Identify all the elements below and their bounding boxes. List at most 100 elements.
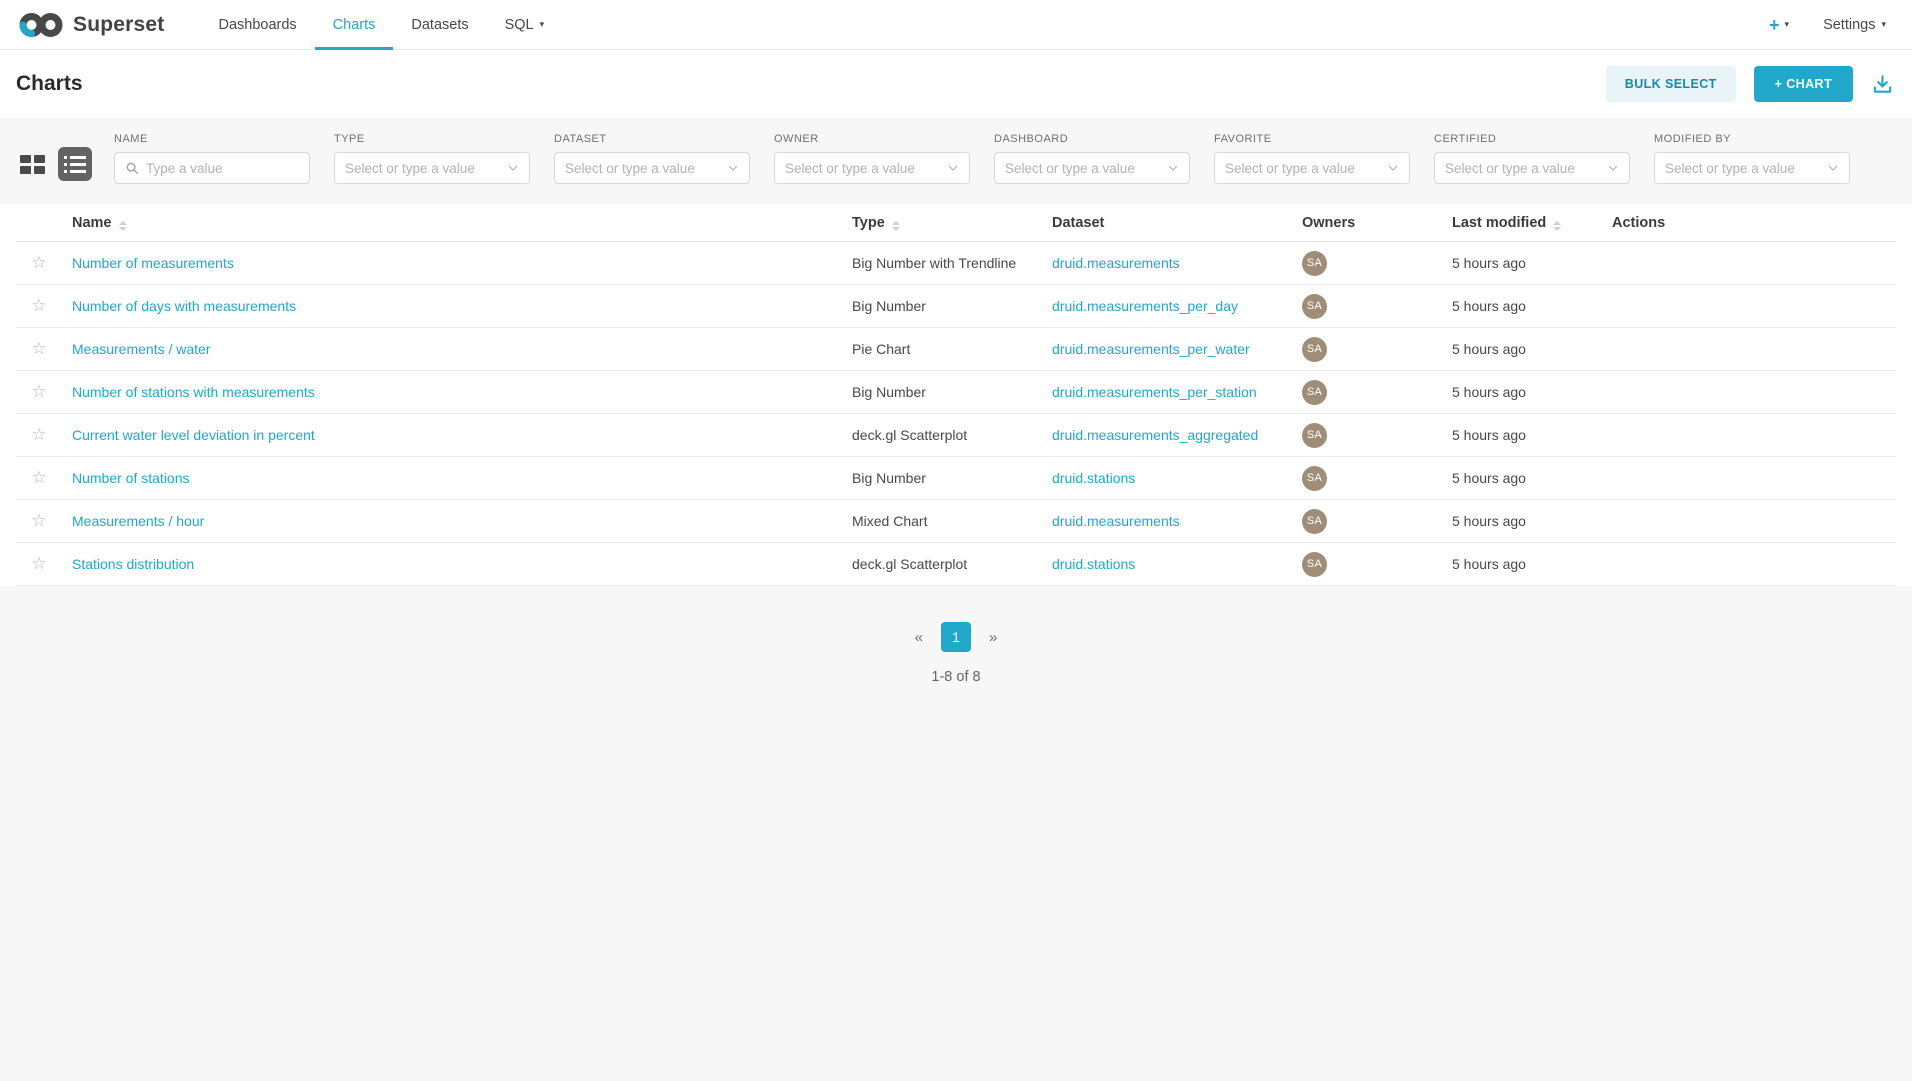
last-modified: 5 hours ago <box>1452 427 1612 443</box>
chart-type: Mixed Chart <box>852 513 1052 529</box>
table-row: ☆ Number of stations Big Number druid.st… <box>16 457 1896 500</box>
owner-avatar[interactable]: SA <box>1302 294 1327 319</box>
dataset-link[interactable]: druid.measurements <box>1052 255 1180 271</box>
chart-name-link[interactable]: Number of days with measurements <box>72 298 296 314</box>
sort-icon[interactable] <box>1553 221 1561 231</box>
favorite-star-icon[interactable]: ☆ <box>31 382 46 401</box>
owner-avatar[interactable]: SA <box>1302 337 1327 362</box>
chart-type: Big Number <box>852 298 1052 314</box>
nav-item-datasets[interactable]: Datasets <box>393 0 486 49</box>
new-item-menu[interactable]: + ▾ <box>1769 16 1789 34</box>
list-view-toggle[interactable] <box>58 147 92 181</box>
filter-type[interactable]: Select or type a value <box>334 152 530 184</box>
owner-avatar[interactable]: SA <box>1302 380 1327 405</box>
nav-item-dashboards[interactable]: Dashboards <box>200 0 314 49</box>
infinity-logo-icon <box>18 11 64 39</box>
filter: NAME Type a value <box>114 133 310 184</box>
favorite-star-icon[interactable]: ☆ <box>31 511 46 530</box>
last-modified: 5 hours ago <box>1452 470 1612 486</box>
header-type: Type <box>852 215 1052 231</box>
last-modified: 5 hours ago <box>1452 341 1612 357</box>
settings-menu[interactable]: Settings ▾ <box>1823 17 1886 33</box>
filter-bar: NAME Type a value TYPE Select or type a … <box>0 118 1912 204</box>
filter-favorite[interactable]: Select or type a value <box>1214 152 1410 184</box>
page-header: Charts BULK SELECT + CHART <box>0 50 1912 118</box>
dataset-link[interactable]: druid.measurements_per_station <box>1052 384 1257 400</box>
favorite-star-icon[interactable]: ☆ <box>31 425 46 444</box>
chevron-down-icon <box>1167 162 1179 174</box>
prev-page-button[interactable]: « <box>907 625 931 650</box>
filter-placeholder: Select or type a value <box>1005 161 1135 176</box>
bulk-select-button[interactable]: BULK SELECT <box>1606 66 1736 102</box>
chart-name-link[interactable]: Measurements / hour <box>72 513 204 529</box>
chart-name-link[interactable]: Number of measurements <box>72 255 234 271</box>
chevron-down-icon <box>1827 162 1839 174</box>
last-modified: 5 hours ago <box>1452 255 1612 271</box>
settings-label: Settings <box>1823 17 1875 33</box>
favorite-star-icon[interactable]: ☆ <box>31 253 46 272</box>
pagination-summary: 1-8 of 8 <box>931 669 980 685</box>
nav-item-charts[interactable]: Charts <box>315 0 394 49</box>
dataset-link[interactable]: druid.measurements <box>1052 513 1180 529</box>
chart-name-link[interactable]: Stations distribution <box>72 556 194 572</box>
table-row: ☆ Current water level deviation in perce… <box>16 414 1896 457</box>
filter-label: NAME <box>114 133 310 145</box>
plus-icon: + <box>1769 16 1780 34</box>
card-view-toggle[interactable] <box>18 153 47 176</box>
chevron-down-icon <box>947 162 959 174</box>
filter-dashboard[interactable]: Select or type a value <box>994 152 1190 184</box>
filter-label: TYPE <box>334 133 530 145</box>
owner-avatar[interactable]: SA <box>1302 423 1327 448</box>
owner-avatar[interactable]: SA <box>1302 251 1327 276</box>
sort-icon[interactable] <box>892 221 900 231</box>
table-header-row: Name Type Dataset Owners Last modified A… <box>16 204 1896 242</box>
dataset-link[interactable]: druid.stations <box>1052 470 1135 486</box>
dataset-link[interactable]: druid.stations <box>1052 556 1135 572</box>
chart-name-link[interactable]: Measurements / water <box>72 341 211 357</box>
filter-modified-by[interactable]: Select or type a value <box>1654 152 1850 184</box>
owner-avatar[interactable]: SA <box>1302 466 1327 491</box>
filter-list: NAME Type a value TYPE Select or type a … <box>114 133 1850 184</box>
new-chart-button[interactable]: + CHART <box>1754 66 1853 102</box>
chart-type: deck.gl Scatterplot <box>852 427 1052 443</box>
navbar: Superset Dashboards Charts Datasets SQL▾… <box>0 0 1912 50</box>
chart-name-link[interactable]: Current water level deviation in percent <box>72 427 315 443</box>
table-row: ☆ Stations distribution deck.gl Scatterp… <box>16 543 1896 586</box>
favorite-star-icon[interactable]: ☆ <box>31 339 46 358</box>
nav-item-sql[interactable]: SQL▾ <box>487 0 563 49</box>
main-nav: Dashboards Charts Datasets SQL▾ <box>200 0 562 49</box>
filter-certified[interactable]: Select or type a value <box>1434 152 1630 184</box>
chart-name-link[interactable]: Number of stations with measurements <box>72 384 315 400</box>
sort-icon[interactable] <box>119 221 127 231</box>
filter-placeholder: Select or type a value <box>565 161 695 176</box>
caret-down-icon: ▾ <box>1881 20 1886 29</box>
filter-label: DATASET <box>554 133 750 145</box>
owner-avatar[interactable]: SA <box>1302 552 1327 577</box>
filter-placeholder: Select or type a value <box>1445 161 1575 176</box>
page-number-active[interactable]: 1 <box>941 622 971 652</box>
dataset-link[interactable]: druid.measurements_aggregated <box>1052 427 1258 443</box>
filter-name[interactable]: Type a value <box>114 152 310 184</box>
chart-name-link[interactable]: Number of stations <box>72 470 190 486</box>
brand-name: Superset <box>73 13 164 37</box>
owner-avatar[interactable]: SA <box>1302 509 1327 534</box>
favorite-star-icon[interactable]: ☆ <box>31 468 46 487</box>
filter-owner[interactable]: Select or type a value <box>774 152 970 184</box>
table-body: ☆ Number of measurements Big Number with… <box>16 242 1896 586</box>
dataset-link[interactable]: druid.measurements_per_water <box>1052 341 1250 357</box>
filter: FAVORITE Select or type a value <box>1214 133 1410 184</box>
last-modified: 5 hours ago <box>1452 384 1612 400</box>
download-icon <box>1871 73 1894 96</box>
header-last-modified: Last modified <box>1452 215 1612 231</box>
favorite-star-icon[interactable]: ☆ <box>31 554 46 573</box>
chart-type: deck.gl Scatterplot <box>852 556 1052 572</box>
import-charts-button[interactable] <box>1871 73 1894 96</box>
chart-type: Pie Chart <box>852 341 1052 357</box>
filter-dataset[interactable]: Select or type a value <box>554 152 750 184</box>
next-page-button[interactable]: » <box>981 625 1005 650</box>
favorite-star-icon[interactable]: ☆ <box>31 296 46 315</box>
dataset-link[interactable]: druid.measurements_per_day <box>1052 298 1238 314</box>
table-row: ☆ Measurements / water Pie Chart druid.m… <box>16 328 1896 371</box>
filter: DATASET Select or type a value <box>554 133 750 184</box>
superset-logo[interactable]: Superset <box>18 11 164 39</box>
